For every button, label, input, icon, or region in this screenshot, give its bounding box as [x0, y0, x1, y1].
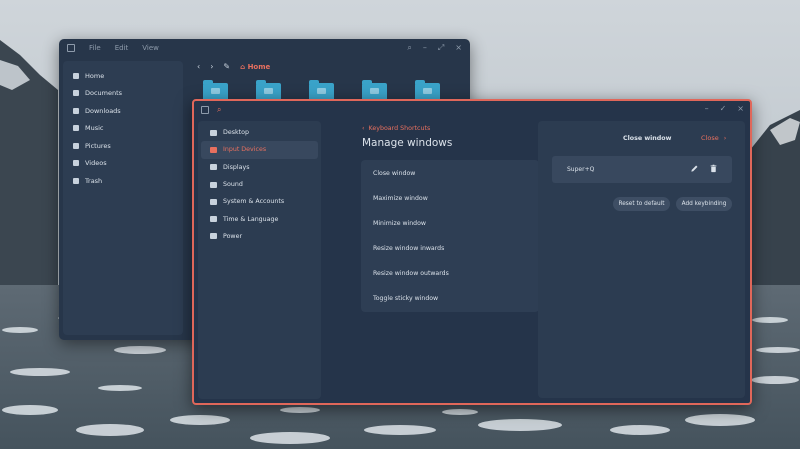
sound-icon — [210, 181, 217, 188]
folder-icon[interactable] — [256, 80, 281, 99]
keyboard-icon — [210, 146, 217, 153]
menu-file[interactable]: File — [89, 44, 101, 52]
sidebar-item-label: Displays — [223, 163, 250, 171]
sidebar-item-label: Home — [85, 71, 105, 80]
maximize-icon[interactable]: ✓ — [720, 104, 727, 113]
sidebar-item-label: Input Devices — [223, 146, 267, 154]
sidebar-item-downloads[interactable]: Downloads — [63, 102, 183, 120]
folder-icon[interactable] — [362, 80, 387, 99]
shortcut-detail-panel: Close window Close › Super+Q Reset to de… — [538, 121, 745, 398]
sidebar-item-videos[interactable]: Videos — [63, 155, 183, 173]
detail-title: Close window — [623, 135, 672, 142]
shortcut-resize-inwards[interactable]: Resize window inwards — [361, 236, 539, 261]
close-label: Close — [701, 134, 719, 142]
sidebar-item-time-language[interactable]: Time & Language — [201, 210, 318, 227]
chevron-right-icon: › — [723, 134, 727, 142]
shortcut-resize-outwards[interactable]: Resize window outwards — [361, 261, 539, 286]
home-icon — [73, 72, 79, 79]
shortcut-close-window[interactable]: Close window — [361, 161, 539, 186]
sidebar-item-sound[interactable]: Sound — [201, 176, 318, 193]
video-icon — [73, 160, 79, 167]
app-menu-icon[interactable] — [67, 44, 75, 52]
sidebar-item-music[interactable]: Music — [63, 120, 183, 138]
power-icon — [210, 233, 217, 240]
settings-window: ⌕ – ✓ × Desktop Input Devices Displays S… — [192, 99, 752, 405]
file-manager-sidebar: Home Documents Downloads Music Pictures … — [63, 61, 183, 335]
sidebar-item-label: Videos — [85, 159, 107, 168]
maximize-icon[interactable]: ⤢ — [438, 43, 444, 53]
search-icon[interactable]: ⌕ — [407, 43, 411, 53]
chevron-left-icon: ‹ — [362, 125, 365, 132]
sidebar-item-system-accounts[interactable]: System & Accounts — [201, 193, 318, 210]
settings-sidebar: Desktop Input Devices Displays Sound Sys… — [198, 121, 321, 399]
search-icon[interactable]: ⌕ — [217, 105, 221, 115]
back-icon[interactable]: ‹ — [197, 62, 200, 71]
add-keybinding-button[interactable]: Add keybinding — [676, 197, 732, 211]
display-icon — [210, 164, 217, 171]
settings-titlebar: ⌕ – ✓ × — [194, 101, 750, 119]
sidebar-item-label: Desktop — [223, 129, 249, 137]
sidebar-item-documents[interactable]: Documents — [63, 85, 183, 103]
sidebar-item-label: Trash — [85, 176, 103, 185]
minimize-icon[interactable]: – — [423, 43, 427, 53]
users-icon — [210, 198, 217, 205]
close-icon[interactable]: × — [455, 43, 462, 53]
trash-icon — [73, 177, 79, 184]
folder-icon[interactable] — [203, 80, 228, 99]
menu-view[interactable]: View — [142, 44, 159, 52]
file-manager-pathbar: ‹ › ✎ ⌂ Home — [197, 62, 270, 71]
sidebar-item-trash[interactable]: Trash — [63, 172, 183, 190]
forward-icon[interactable]: › — [210, 62, 213, 71]
sidebar-item-label: Pictures — [85, 141, 111, 150]
sidebar-item-power[interactable]: Power — [201, 228, 318, 245]
sidebar-item-label: Time & Language — [223, 215, 279, 223]
sidebar-item-label: Sound — [223, 181, 243, 189]
sidebar-item-pictures[interactable]: Pictures — [63, 137, 183, 155]
keybinding-row: Super+Q — [552, 156, 732, 183]
download-icon — [73, 107, 79, 114]
menu-edit[interactable]: Edit — [115, 44, 129, 52]
keybinding-value: Super+Q — [567, 166, 595, 173]
minimize-icon[interactable]: – — [705, 104, 709, 113]
file-manager-menubar: File Edit View — [67, 44, 159, 52]
folder-icon[interactable] — [309, 80, 334, 99]
document-icon — [73, 90, 79, 97]
breadcrumb-label: Keyboard Shortcuts — [368, 125, 431, 132]
settings-window-controls: – ✓ × — [705, 104, 744, 113]
sidebar-item-home[interactable]: Home — [63, 67, 183, 85]
sidebar-item-label: Downloads — [85, 106, 121, 115]
clock-icon — [210, 216, 217, 223]
sidebar-item-displays[interactable]: Displays — [201, 159, 318, 176]
picture-icon — [73, 142, 79, 149]
location-home[interactable]: ⌂ Home — [240, 63, 270, 71]
shortcut-minimize-window[interactable]: Minimize window — [361, 211, 539, 236]
sidebar-item-label: Documents — [85, 89, 123, 98]
file-manager-titlebar: File Edit View ⌕ – ⤢ × — [59, 39, 470, 59]
delete-icon[interactable] — [709, 164, 718, 173]
folder-grid — [203, 80, 440, 99]
reset-to-default-button[interactable]: Reset to default — [613, 197, 670, 211]
desktop-icon — [210, 129, 217, 136]
close-icon[interactable]: × — [737, 104, 744, 113]
music-icon — [73, 125, 79, 132]
shortcut-list: Close window Maximize window Minimize wi… — [361, 160, 539, 312]
folder-icon[interactable] — [415, 80, 440, 99]
page-title: Manage windows — [362, 137, 453, 149]
edit-path-icon[interactable]: ✎ — [223, 62, 230, 71]
edit-icon[interactable] — [690, 164, 699, 173]
shortcut-toggle-sticky[interactable]: Toggle sticky window — [361, 286, 539, 311]
close-panel-button[interactable]: Close › — [701, 134, 726, 142]
sidebar-item-label: Music — [85, 124, 104, 133]
sidebar-item-label: Power — [223, 232, 243, 240]
shortcut-maximize-window[interactable]: Maximize window — [361, 186, 539, 211]
sidebar-item-desktop[interactable]: Desktop — [201, 124, 318, 141]
breadcrumb[interactable]: ‹ Keyboard Shortcuts — [362, 125, 430, 132]
app-menu-icon[interactable] — [201, 106, 209, 114]
location-label: Home — [247, 62, 271, 71]
sidebar-item-label: System & Accounts — [223, 198, 285, 206]
sidebar-item-input-devices[interactable]: Input Devices — [201, 141, 318, 159]
file-manager-window-controls: ⌕ – ⤢ × — [407, 43, 462, 53]
